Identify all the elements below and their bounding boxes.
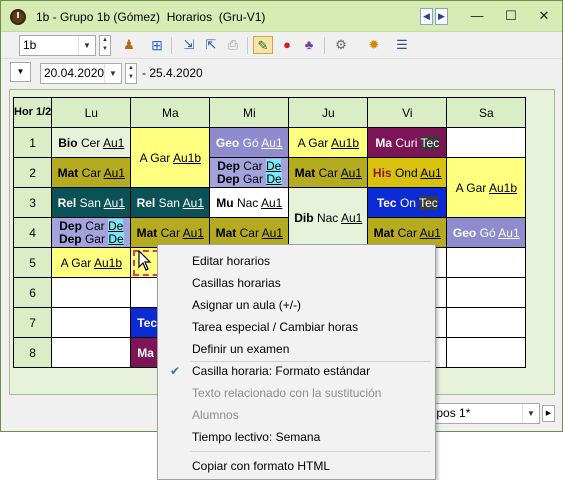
lesson-cell[interactable]: A Gar Au1b [51, 247, 132, 278]
period-header[interactable]: 7 [12, 307, 53, 338]
day-header-mi[interactable]: Mi [209, 97, 290, 128]
empty-cell[interactable] [446, 307, 527, 338]
checkmark-icon: ✔ [169, 364, 181, 378]
spin-up-icon[interactable]: ▲ [100, 36, 110, 45]
start-date-field[interactable]: 20.04.2020 ▼ [40, 63, 122, 84]
empty-cell[interactable] [446, 277, 527, 308]
toolbar-separator [171, 37, 172, 54]
print-icon[interactable]: ⎙ [223, 36, 243, 54]
lesson-cell[interactable]: Rel San Au1 [130, 187, 211, 218]
lesson-cell[interactable]: Tec On Tec [367, 187, 448, 218]
previous-element-button[interactable]: ◀ [420, 8, 433, 25]
lesson-cell[interactable]: Geo Gó Au1 [446, 217, 527, 248]
main-toolbar: 1b ▼ ▲ ▼ ♟ ⊞ ⇲ ⇱ ⎙ ✎ ● ♣ ⚙ ✹ ☰ [1, 32, 562, 59]
day-header-vi[interactable]: Vi [367, 97, 448, 128]
menu-separator [190, 451, 431, 452]
menu-item-teaching-period-week[interactable]: Tiempo lectivo: Semana [160, 426, 433, 448]
spin-down-icon[interactable]: ▼ [126, 73, 136, 82]
list-icon[interactable]: ☰ [392, 36, 412, 54]
app-clock-icon[interactable] [10, 9, 26, 25]
class-select[interactable]: 1b ▼ [19, 35, 96, 56]
empty-cell[interactable] [446, 247, 527, 278]
calendar-dropdown-icon[interactable]: ▼ [104, 64, 121, 83]
lesson-cell[interactable]: Dep Car De Dep Gar De [209, 157, 290, 188]
table-icon[interactable]: ⊞ [147, 36, 167, 54]
day-header-sa[interactable]: Sa [446, 97, 527, 128]
pin-icon[interactable]: ● [277, 36, 297, 54]
close-button[interactable]: ✕ [529, 6, 559, 26]
menu-item-copy-html[interactable]: Copiar con formato HTML [160, 455, 433, 477]
menu-item-special-duty[interactable]: Tarea especial / Cambiar horas [160, 316, 433, 338]
menu-item-students[interactable]: Alumnos [160, 404, 433, 426]
period-header[interactable]: 8 [12, 337, 53, 368]
next-element-button[interactable]: ▶ [435, 8, 448, 25]
lesson-cell[interactable]: Ma Curi Tec [367, 127, 448, 158]
import-icon[interactable]: ⇱ [201, 36, 221, 54]
tree-icon[interactable]: ♣ [299, 36, 319, 54]
maximize-button[interactable]: ☐ [496, 6, 526, 26]
grid-corner-label: Hor 1/2 [12, 97, 53, 128]
view-dropdown[interactable]: ▼ [10, 62, 31, 82]
lesson-cell[interactable]: Mat Car Au1 [130, 217, 211, 248]
menu-item-time-slots[interactable]: Casillas horarias [160, 272, 433, 294]
scroll-right-button[interactable]: ▶ [542, 405, 555, 422]
menu-item-define-exam[interactable]: Definir un examen [160, 338, 433, 360]
period-header[interactable]: 4 [12, 217, 53, 248]
lesson-cell[interactable]: A Gar Au1b [130, 127, 211, 188]
menu-item-standard-format[interactable]: ✔ Casilla horaria: Formato estándar [160, 360, 433, 382]
pencil-icon[interactable]: ✎ [253, 36, 273, 54]
people-icon[interactable]: ♟ [119, 36, 139, 54]
context-menu: Editar horarios Casillas horarias Asigna… [157, 244, 436, 480]
lesson-cell[interactable]: Mat Car Au1 [288, 157, 369, 188]
date-toolbar: ▼ 20.04.2020 ▼ ▲ ▼ - 25.4.2020 [1, 59, 562, 87]
lesson-cell[interactable]: A Gar Au1b [446, 157, 527, 218]
lesson-cell[interactable]: Mat Car Au1 [51, 157, 132, 188]
title-bar[interactable]: 1b - Grupo 1b (Gómez) Horarios (Gru-V1) … [1, 1, 562, 32]
menu-item-edit-timetables[interactable]: Editar horarios [160, 250, 433, 272]
chevron-down-icon: ▼ [78, 36, 95, 55]
empty-cell[interactable] [51, 307, 132, 338]
class-spinner[interactable]: ▲ ▼ [99, 35, 111, 56]
period-header[interactable]: 1 [12, 127, 53, 158]
lesson-cell[interactable]: Rel San Au1 [51, 187, 132, 218]
lesson-cell[interactable]: Bio Cer Au1 [51, 127, 132, 158]
lesson-cell[interactable]: Dib Nac Au1 [288, 187, 369, 248]
start-date-value: 20.04.2020 [44, 66, 105, 80]
spin-up-icon[interactable]: ▲ [126, 64, 136, 73]
day-header-ma[interactable]: Ma [130, 97, 211, 128]
lesson-cell[interactable]: A Gar Au1b [288, 127, 369, 158]
spin-down-icon[interactable]: ▼ [100, 45, 110, 54]
lesson-cell[interactable]: Dep Car De Dep Gar De [51, 217, 132, 248]
period-header[interactable]: 3 [12, 187, 53, 218]
empty-cell[interactable] [446, 127, 527, 158]
week-spinner[interactable]: ▲ ▼ [125, 63, 137, 84]
day-header-lu[interactable]: Lu [51, 97, 132, 128]
class-select-value: 1b [23, 38, 37, 52]
period-header[interactable]: 5 [12, 247, 53, 278]
chevron-down-icon: ▼ [522, 404, 539, 423]
day-header-ju[interactable]: Ju [288, 97, 369, 128]
export-icon[interactable]: ⇲ [179, 36, 199, 54]
lesson-cell[interactable]: Mat Car Au1 [209, 217, 290, 248]
empty-cell[interactable] [51, 277, 132, 308]
period-header[interactable]: 6 [12, 277, 53, 308]
empty-cell[interactable] [51, 337, 132, 368]
toolbar-separator [324, 37, 325, 54]
menu-item-substitution-text[interactable]: Texto relacionado con la sustitución [160, 382, 433, 404]
lesson-cell[interactable]: Geo Gó Au1 [209, 127, 290, 158]
sun-gear-icon[interactable]: ✹ [364, 36, 384, 54]
toolbar-separator [247, 37, 248, 54]
lesson-cell[interactable]: Mat Car Au1 [367, 217, 448, 248]
empty-cell[interactable] [446, 337, 527, 368]
lesson-cell[interactable]: Mu Nac Au1 [209, 187, 290, 218]
menu-item-assign-room[interactable]: Asignar un aula (+/-) [160, 294, 433, 316]
settings-gear-icon[interactable]: ⚙ [331, 36, 351, 54]
lesson-cell[interactable]: His Ond Au1 [367, 157, 448, 188]
minimize-button[interactable]: — [462, 6, 492, 26]
period-header[interactable]: 2 [12, 157, 53, 188]
end-date-label: - 25.4.2020 [142, 66, 203, 80]
window-title: 1b - Grupo 1b (Gómez) Horarios (Gru-V1) [36, 10, 266, 24]
